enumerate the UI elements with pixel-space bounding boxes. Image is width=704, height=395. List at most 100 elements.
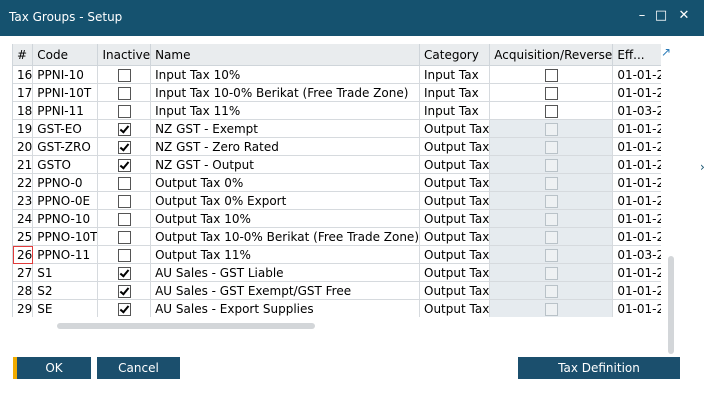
cancel-button[interactable]: Cancel bbox=[97, 357, 180, 379]
eff-cell[interactable]: 01-01-2 bbox=[612, 209, 661, 228]
row-number[interactable]: 27 bbox=[13, 263, 34, 282]
row-number[interactable]: 26 bbox=[13, 245, 34, 264]
table-row[interactable]: 28 S2 AU Sales - GST Exempt/GST Free Output… bbox=[13, 281, 661, 300]
code-cell[interactable]: GST-EO bbox=[32, 119, 99, 138]
tax-definition-button[interactable]: Tax Definition bbox=[518, 357, 680, 379]
row-number[interactable]: 20 bbox=[13, 137, 34, 156]
category-cell[interactable]: Output Tax bbox=[419, 155, 491, 174]
eff-cell[interactable]: 01-01-2 bbox=[612, 65, 661, 84]
acquisition-reverse-cell[interactable] bbox=[489, 263, 614, 282]
table-row[interactable]: 18 PPNI-11 Input Tax 11% Input Tax 01-03-2 bbox=[13, 101, 661, 120]
name-cell[interactable]: NZ GST - Exempt bbox=[150, 119, 420, 138]
eff-cell[interactable]: 01-01-2 bbox=[612, 155, 661, 174]
inactive-checkbox[interactable] bbox=[117, 230, 131, 244]
inactive-checkbox[interactable] bbox=[117, 140, 131, 154]
name-cell[interactable]: AU Sales - GST Liable bbox=[150, 263, 420, 282]
table-row[interactable]: 26 PPNO-11 Output Tax 11% Output Tax 01-03-2 bbox=[13, 245, 661, 264]
category-cell[interactable]: Output Tax bbox=[419, 209, 491, 228]
inactive-cell[interactable] bbox=[97, 155, 152, 174]
code-cell[interactable]: S1 bbox=[32, 263, 99, 282]
row-number[interactable]: 25 bbox=[13, 227, 34, 246]
row-number[interactable]: 29 bbox=[13, 299, 34, 317]
row-number[interactable]: 16 bbox=[13, 65, 34, 84]
col-header-inactive[interactable]: Inactive bbox=[97, 44, 152, 66]
name-cell[interactable]: Input Tax 10-0% Berikat (Free Trade Zone… bbox=[150, 83, 420, 102]
table-row[interactable]: 17 PPNI-10T Input Tax 10-0% Berikat (Free … bbox=[13, 83, 661, 102]
col-header-name[interactable]: Name bbox=[150, 44, 420, 66]
ok-button[interactable]: OK bbox=[13, 357, 91, 379]
inactive-cell[interactable] bbox=[97, 173, 152, 192]
acquisition-reverse-cell[interactable] bbox=[489, 83, 614, 102]
name-cell[interactable]: Input Tax 11% bbox=[150, 101, 420, 120]
acquisition-reverse-cell[interactable] bbox=[489, 227, 614, 246]
row-number[interactable]: 21 bbox=[13, 155, 34, 174]
code-cell[interactable]: PPNI-10T bbox=[32, 83, 99, 102]
inactive-cell[interactable] bbox=[97, 83, 152, 102]
table-row[interactable]: 21 GSTO NZ GST - Output Output Tax 01-01-2 bbox=[13, 155, 661, 174]
category-cell[interactable]: Input Tax bbox=[419, 65, 491, 84]
category-cell[interactable]: Output Tax bbox=[419, 137, 491, 156]
code-cell[interactable]: PPNO-11 bbox=[32, 245, 99, 264]
acquisition-reverse-cell[interactable] bbox=[489, 137, 614, 156]
expand-icon[interactable]: ↗ bbox=[661, 46, 673, 58]
acquisition-reverse-cell[interactable] bbox=[489, 119, 614, 138]
acquisition-reverse-cell[interactable] bbox=[489, 101, 614, 120]
code-cell[interactable]: PPNO-10T bbox=[32, 227, 99, 246]
acquisition-reverse-cell[interactable] bbox=[489, 65, 614, 84]
inactive-checkbox[interactable] bbox=[117, 302, 131, 316]
code-cell[interactable]: PPNO-0E bbox=[32, 191, 99, 210]
table-row[interactable]: 19 GST-EO NZ GST - Exempt Output Tax 01-01-2 bbox=[13, 119, 661, 138]
inactive-cell[interactable] bbox=[97, 209, 152, 228]
inactive-checkbox[interactable] bbox=[117, 212, 131, 226]
col-header-category[interactable]: Category bbox=[419, 44, 491, 66]
row-number[interactable]: 28 bbox=[13, 281, 34, 300]
inactive-checkbox[interactable] bbox=[117, 194, 131, 208]
inactive-checkbox[interactable] bbox=[117, 248, 131, 262]
inactive-checkbox[interactable] bbox=[117, 122, 131, 136]
name-cell[interactable]: Output Tax 10% bbox=[150, 209, 420, 228]
inactive-checkbox[interactable] bbox=[117, 158, 131, 172]
inactive-checkbox[interactable] bbox=[117, 68, 131, 82]
inactive-cell[interactable] bbox=[97, 227, 152, 246]
col-header-num[interactable]: # bbox=[13, 44, 34, 66]
category-cell[interactable]: Output Tax bbox=[419, 263, 491, 282]
inactive-checkbox[interactable] bbox=[117, 86, 131, 100]
eff-cell[interactable]: 01-01-2 bbox=[612, 173, 661, 192]
acquisition-reverse-cell[interactable] bbox=[489, 209, 614, 228]
vertical-scrollbar[interactable] bbox=[668, 98, 674, 358]
name-cell[interactable]: AU Sales - Export Supplies bbox=[150, 299, 420, 317]
eff-cell[interactable]: 01-01-2 bbox=[612, 263, 661, 282]
inactive-checkbox[interactable] bbox=[117, 176, 131, 190]
code-cell[interactable]: SE bbox=[32, 299, 99, 317]
table-row[interactable]: 25 PPNO-10T Output Tax 10-0% Berikat (Free… bbox=[13, 227, 661, 246]
eff-cell[interactable]: 01-01-2 bbox=[612, 299, 661, 317]
category-cell[interactable]: Output Tax bbox=[419, 245, 491, 264]
code-cell[interactable]: PPNI-11 bbox=[32, 101, 99, 120]
row-number[interactable]: 19 bbox=[13, 119, 34, 138]
category-cell[interactable]: Output Tax bbox=[419, 227, 491, 246]
row-number[interactable]: 23 bbox=[13, 191, 34, 210]
eff-cell[interactable]: 01-01-2 bbox=[612, 83, 661, 102]
inactive-checkbox[interactable] bbox=[117, 266, 131, 280]
horizontal-scroll-thumb[interactable] bbox=[57, 323, 315, 329]
acquisition-reverse-cell[interactable] bbox=[489, 245, 614, 264]
code-cell[interactable]: PPNI-10 bbox=[32, 65, 99, 84]
eff-cell[interactable]: 01-03-2 bbox=[612, 245, 661, 264]
inactive-cell[interactable] bbox=[97, 263, 152, 282]
row-number[interactable]: 24 bbox=[13, 209, 34, 228]
acquisition-reverse-cell[interactable] bbox=[489, 191, 614, 210]
row-number[interactable]: 18 bbox=[13, 101, 34, 120]
inactive-checkbox[interactable] bbox=[117, 104, 131, 118]
eff-cell[interactable]: 01-01-2 bbox=[612, 119, 661, 138]
category-cell[interactable]: Input Tax bbox=[419, 83, 491, 102]
acquisition-reverse-checkbox[interactable] bbox=[544, 104, 558, 118]
inactive-cell[interactable] bbox=[97, 281, 152, 300]
acquisition-reverse-checkbox[interactable] bbox=[544, 68, 558, 82]
name-cell[interactable]: Output Tax 10-0% Berikat (Free Trade Zon… bbox=[150, 227, 420, 246]
eff-cell[interactable]: 01-01-2 bbox=[612, 227, 661, 246]
table-row[interactable]: 27 S1 AU Sales - GST Liable Output Tax 01-01… bbox=[13, 263, 661, 282]
acquisition-reverse-cell[interactable] bbox=[489, 155, 614, 174]
category-cell[interactable]: Output Tax bbox=[419, 281, 491, 300]
code-cell[interactable]: S2 bbox=[32, 281, 99, 300]
code-cell[interactable]: GSTO bbox=[32, 155, 99, 174]
